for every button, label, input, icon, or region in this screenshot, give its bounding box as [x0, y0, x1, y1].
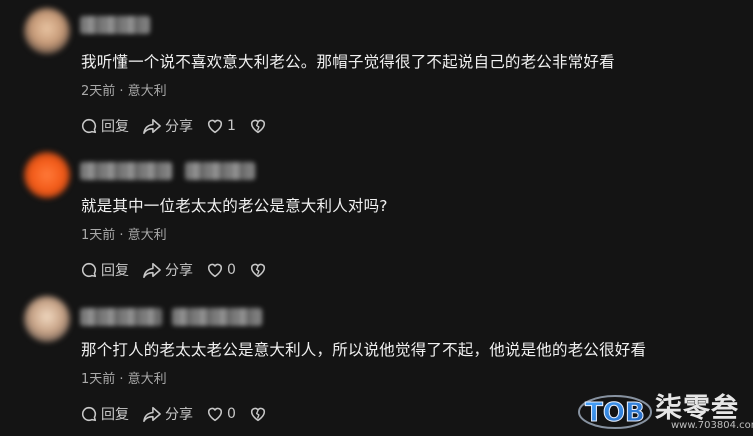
reply-label: 回复 — [101, 263, 129, 279]
username-blurred[interactable] — [80, 162, 172, 180]
reply-label: 回复 — [101, 407, 129, 423]
username-blurred[interactable] — [80, 16, 150, 34]
dislike-button[interactable] — [249, 261, 267, 279]
broken-heart-icon — [250, 407, 265, 422]
avatar[interactable] — [24, 296, 70, 342]
comment-feed: 我听懂一个说不喜欢意大利老公。那帽子觉得很了不起说自己的老公非常好看 2天前 ·… — [0, 0, 753, 436]
reply-button[interactable]: 回复 — [80, 116, 129, 136]
broken-heart-icon — [250, 263, 265, 278]
user-tag-blurred — [172, 308, 262, 326]
watermark: TOB 柒零叁 www.703804.com — [575, 384, 753, 436]
comment-actions: 回复 分享 0 — [80, 404, 280, 424]
watermark-url: www.703804.com — [671, 420, 753, 431]
reply-label: 回复 — [101, 119, 129, 135]
heart-icon — [207, 407, 223, 422]
like-count: 1 — [227, 118, 236, 134]
reply-button[interactable]: 回复 — [80, 260, 129, 280]
share-button[interactable]: 分享 — [142, 404, 193, 424]
like-count: 0 — [227, 262, 236, 278]
reply-icon — [81, 406, 97, 422]
reply-icon — [81, 262, 97, 278]
comment-meta: 1天前 · 意大利 — [81, 228, 167, 243]
reply-button[interactable]: 回复 — [80, 404, 129, 424]
dislike-button[interactable] — [249, 117, 267, 135]
share-label: 分享 — [165, 263, 193, 279]
like-button[interactable]: 0 — [206, 261, 236, 279]
user-tag-blurred — [185, 162, 255, 180]
reply-icon — [81, 118, 97, 134]
comment-text: 我听懂一个说不喜欢意大利老公。那帽子觉得很了不起说自己的老公非常好看 — [81, 53, 615, 71]
heart-icon — [207, 119, 223, 134]
comment-actions: 回复 分享 0 — [80, 260, 280, 280]
avatar[interactable] — [24, 152, 70, 198]
broken-heart-icon — [250, 119, 265, 134]
comment-text: 那个打人的老太太老公是意大利人，所以说他觉得了不起，他说是他的老公很好看 — [81, 341, 647, 359]
avatar[interactable] — [24, 8, 70, 54]
comment-meta: 1天前 · 意大利 — [81, 372, 167, 387]
share-label: 分享 — [165, 119, 193, 135]
heart-icon — [207, 263, 223, 278]
comment-actions: 回复 分享 1 — [80, 116, 280, 136]
svg-text:TOB: TOB — [585, 398, 645, 428]
watermark-logo: TOB — [578, 395, 652, 429]
dislike-button[interactable] — [249, 405, 267, 423]
comment-text: 就是其中一位老太太的老公是意大利人对吗? — [81, 197, 388, 215]
like-button[interactable]: 1 — [206, 117, 236, 135]
like-count: 0 — [227, 406, 236, 422]
share-label: 分享 — [165, 407, 193, 423]
like-button[interactable]: 0 — [206, 405, 236, 423]
share-button[interactable]: 分享 — [142, 116, 193, 136]
share-button[interactable]: 分享 — [142, 260, 193, 280]
comment-meta: 2天前 · 意大利 — [81, 84, 167, 99]
share-icon — [143, 118, 161, 134]
share-icon — [143, 262, 161, 278]
share-icon — [143, 406, 161, 422]
username-blurred[interactable] — [80, 308, 162, 326]
